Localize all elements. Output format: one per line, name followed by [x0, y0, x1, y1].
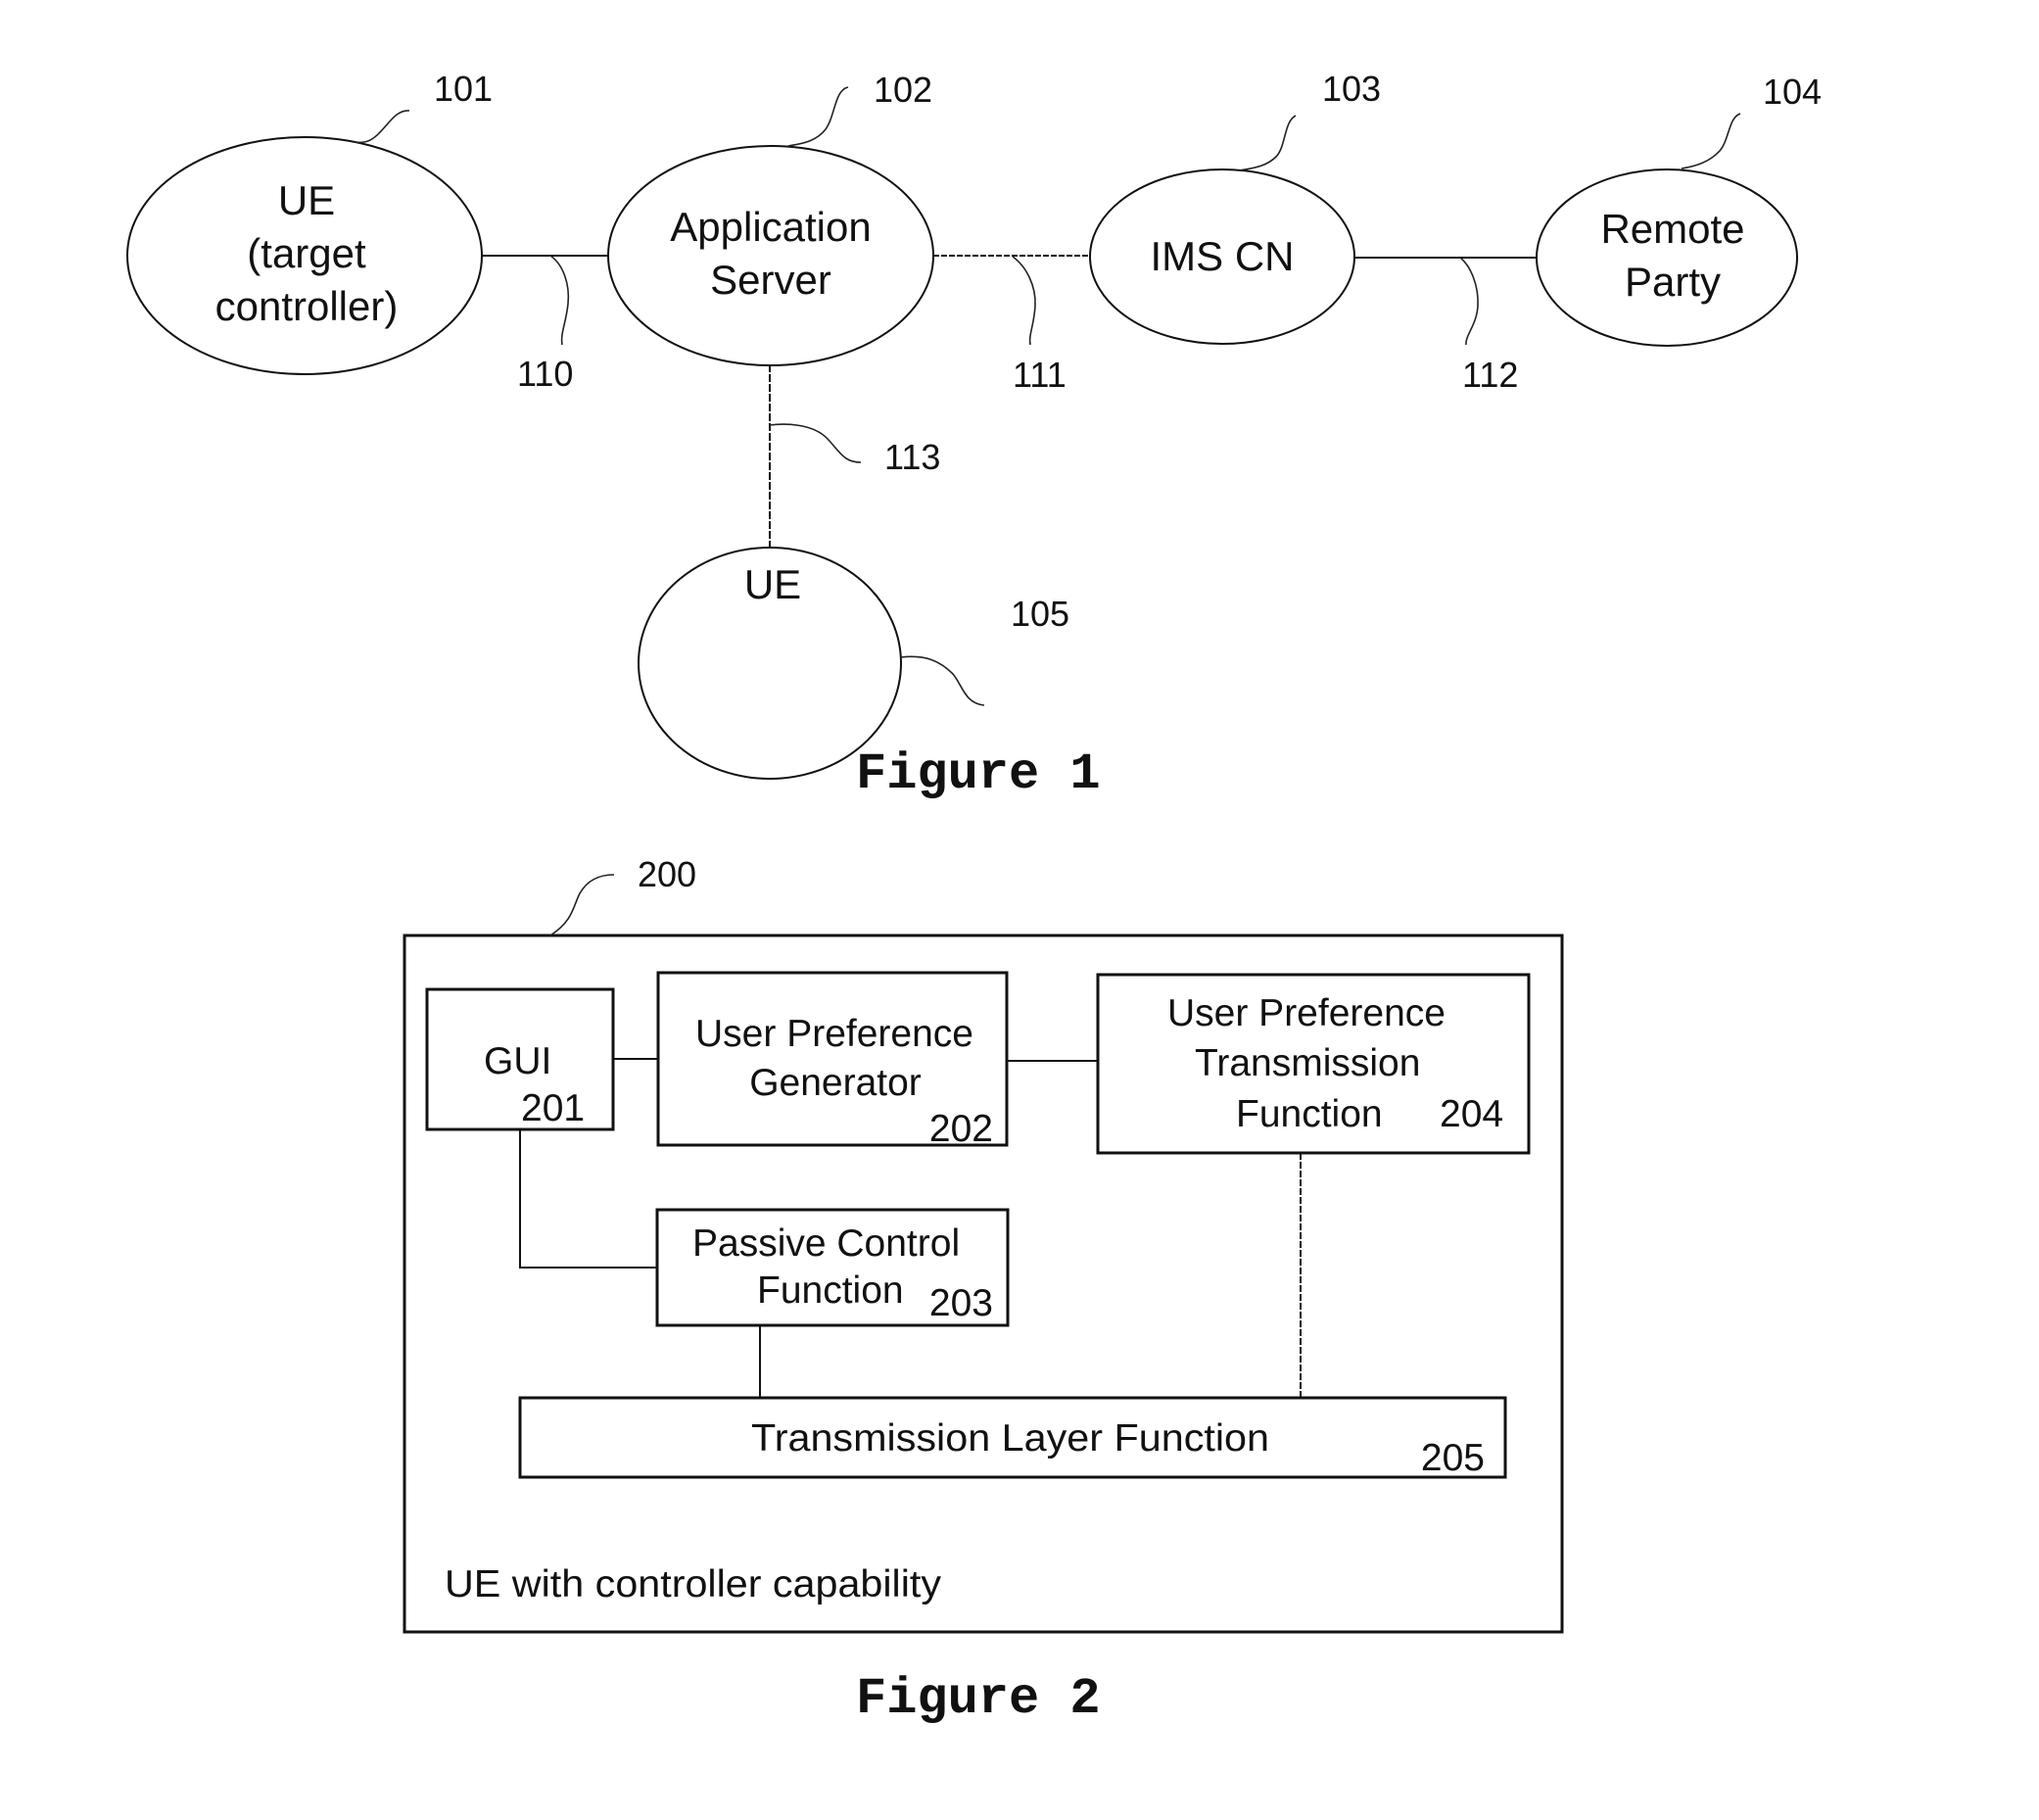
- node-105-line-1: UE: [744, 561, 801, 607]
- block-204-line-2: Transmission: [1195, 1042, 1420, 1084]
- ref-103-leader: [1239, 115, 1297, 171]
- node-103-line-1: IMS CN: [1151, 233, 1295, 279]
- node-102-ellipse: [607, 145, 934, 366]
- ref-101: 101: [434, 69, 493, 109]
- block-204-line-1: User Preference: [1167, 992, 1446, 1034]
- ref-104: 104: [1763, 72, 1822, 112]
- ref-105: 105: [1011, 594, 1069, 634]
- node-101-line-3: controller): [215, 283, 399, 329]
- figure-2-caption: Figure 2: [856, 1670, 1101, 1728]
- block-203-line-2: Function: [757, 1269, 904, 1312]
- node-101-line-2: (target: [247, 230, 366, 276]
- ref-103: 103: [1322, 69, 1381, 109]
- ref-105-leader: [900, 655, 985, 706]
- ref-112-leader: [1459, 257, 1479, 346]
- ref-112: 112: [1462, 355, 1518, 395]
- ref-104-leader: [1681, 113, 1741, 169]
- node-remote-party: Remote Party: [1536, 168, 1798, 347]
- node-104-line-2: Party: [1625, 259, 1721, 305]
- figure-1: UE (target controller) Application Serve…: [126, 69, 1822, 803]
- ref-102: 102: [874, 70, 932, 110]
- ref-101-leader: [354, 110, 410, 144]
- block-user-preference-generator: User Preference Generator 202: [656, 971, 1009, 1150]
- block-203-ref: 203: [929, 1282, 993, 1324]
- block-205-ref: 205: [1421, 1437, 1485, 1479]
- node-application-server: Application Server: [607, 145, 934, 366]
- node-102-line-1: Application: [670, 204, 871, 250]
- node-104-ellipse: [1536, 168, 1798, 347]
- ref-110: 110: [517, 354, 573, 394]
- ref-113-leader: [769, 423, 862, 463]
- node-104-line-1: Remote: [1600, 206, 1744, 252]
- block-201-line-1: GUI: [484, 1040, 551, 1082]
- block-202-ref: 202: [929, 1108, 993, 1150]
- patent-drawing-sheet: UE (target controller) Application Serve…: [126, 69, 1822, 1728]
- node-101-line-1: UE: [278, 177, 335, 223]
- container-200-label: UE with controller capability: [445, 1563, 942, 1605]
- block-transmission-layer-function: Transmission Layer Function 205: [518, 1396, 1507, 1479]
- ref-102-leader: [787, 86, 849, 147]
- block-201-ref: 201: [521, 1087, 585, 1129]
- conn-201-203: [519, 1129, 657, 1269]
- block-202-line-2: Generator: [749, 1062, 922, 1104]
- ref-111: 111: [1013, 355, 1067, 395]
- block-205-line-1: Transmission Layer Function: [751, 1417, 1269, 1460]
- node-ims-cn: IMS CN: [1089, 168, 1355, 345]
- block-gui: GUI 201: [425, 987, 615, 1131]
- ref-200-leader: [549, 874, 615, 936]
- node-ue-target-controller: UE (target controller): [126, 136, 483, 375]
- block-203-line-1: Passive Control: [692, 1222, 960, 1265]
- ref-200: 200: [638, 854, 696, 894]
- figure-1-caption: Figure 1: [856, 745, 1101, 803]
- node-ue: UE: [638, 547, 902, 780]
- figure-2: 200 GUI 201 User Preference Generator 20…: [403, 854, 1564, 1728]
- block-202-line-1: User Preference: [695, 1013, 973, 1055]
- node-102-line-2: Server: [710, 257, 831, 303]
- ref-110-leader: [549, 255, 570, 346]
- ref-111-leader: [1012, 256, 1036, 346]
- block-user-preference-transmission-function: User Preference Transmission Function 20…: [1096, 973, 1531, 1155]
- block-passive-control-function: Passive Control Function 203: [655, 1208, 1010, 1327]
- block-204-ref: 204: [1440, 1093, 1503, 1135]
- block-204-line-3: Function: [1236, 1093, 1383, 1135]
- ref-113: 113: [884, 437, 940, 477]
